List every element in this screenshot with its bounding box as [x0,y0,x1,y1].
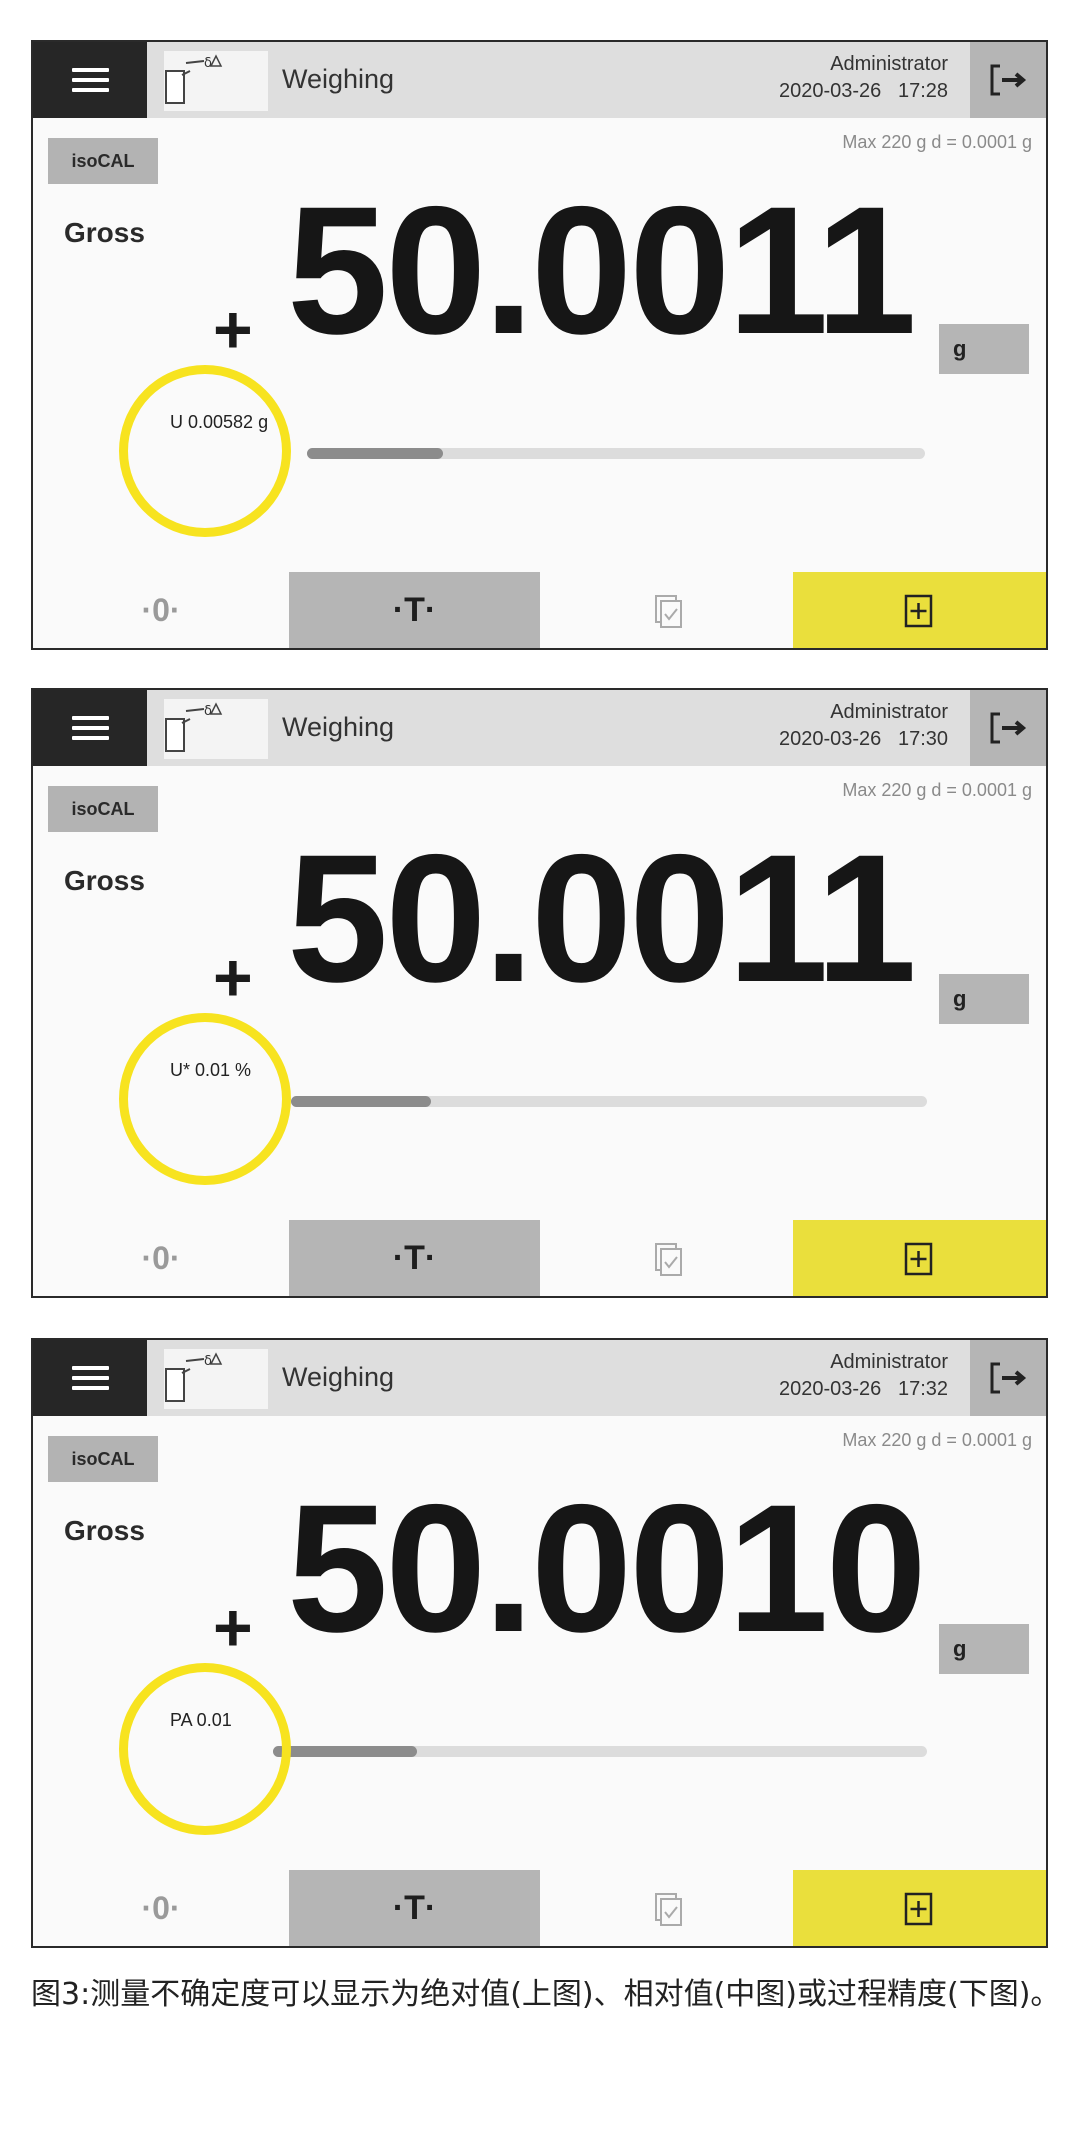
datetime: 2020-03-26 17:28 [778,80,948,102]
weighing-scale-icon: δ [164,699,268,759]
function-bar: ·0· ·T· [33,572,1046,648]
checklist-document-icon [655,595,682,628]
tare-button[interactable]: ·T· [289,1870,540,1946]
checklist-document-icon [655,1243,682,1276]
tare-button[interactable]: ·T· [289,572,540,648]
stability-bar-fill [273,1746,417,1757]
check-button[interactable] [540,1870,796,1946]
user-name: Administrator [830,701,948,723]
unit-button[interactable]: g [939,1624,1029,1674]
zero-button[interactable]: ·0· [33,1220,289,1296]
print-button[interactable] [793,572,1046,648]
check-button[interactable] [540,572,796,648]
menu-button[interactable] [33,42,147,118]
isocal-button[interactable]: isoCAL [48,138,158,184]
weighing-screen-absolute: δ Weighing Administrator 2020-03-26 17:2… [31,40,1048,650]
stability-bar [273,1746,927,1757]
highlight-circle [119,1013,291,1185]
capacity-info: Max 220 g d = 0.0001 g [842,1430,1032,1450]
add-document-icon [904,594,933,628]
gross-label: Gross [64,1515,145,1546]
check-button[interactable] [540,1220,796,1296]
highlight-circle [119,1663,291,1835]
function-bar: ·0· ·T· [33,1870,1046,1946]
weight-sign: + [213,1590,253,1666]
header-bar: δ Weighing Administrator 2020-03-26 17:2… [33,42,1046,118]
highlight-circle [119,365,291,537]
weight-value: 50.0011 [287,168,917,372]
logout-button[interactable] [970,690,1046,766]
app-title: Weighing [282,712,395,742]
weighing-scale-icon: δ [164,51,268,111]
logout-icon [990,64,1027,96]
stability-bar [291,1096,927,1107]
unit-button[interactable]: g [939,324,1029,374]
isocal-button[interactable]: isoCAL [48,786,158,832]
app-title: Weighing [282,64,395,94]
header-bar: δ Weighing Administrator 2020-03-26 17:3… [33,690,1046,766]
logout-icon [990,1362,1027,1394]
header-bar: δ Weighing Administrator 2020-03-26 17:3… [33,1340,1046,1416]
figure-caption: 图3:测量不确定度可以显示为绝对值(上图)、相对值(中图)或过程精度(下图)。 [31,1977,1061,2012]
weighing-scale-icon: δ [164,1349,268,1409]
weight-value: 50.0011 [287,816,917,1020]
weighing-screen-relative: δ Weighing Administrator 2020-03-26 17:3… [31,688,1048,1298]
datetime: 2020-03-26 17:30 [778,728,948,750]
logout-icon [990,712,1027,744]
svg-text:δ: δ [204,1354,212,1369]
zero-button[interactable]: ·0· [33,1870,289,1946]
weight-sign: + [213,940,253,1016]
weight-value: 50.0010 [287,1466,927,1670]
user-info: Administrator 2020-03-26 17:30 [779,699,948,753]
tare-button[interactable]: ·T· [289,1220,540,1296]
checklist-document-icon [655,1893,682,1926]
user-info: Administrator 2020-03-26 17:28 [779,51,948,105]
stability-bar-fill [307,448,443,459]
add-document-icon [904,1242,933,1276]
weight-sign: + [213,292,253,368]
isocal-button[interactable]: isoCAL [48,1436,158,1482]
unit-button[interactable]: g [939,974,1029,1024]
weighing-screen-process-accuracy: δ Weighing Administrator 2020-03-26 17:3… [31,1338,1048,1948]
user-info: Administrator 2020-03-26 17:32 [779,1349,948,1403]
gross-label: Gross [64,217,145,248]
function-bar: ·0· ·T· [33,1220,1046,1296]
datetime: 2020-03-26 17:32 [778,1378,948,1400]
zero-button[interactable]: ·0· [33,572,289,648]
print-button[interactable] [793,1220,1046,1296]
user-name: Administrator [830,1351,948,1373]
print-button[interactable] [793,1870,1046,1946]
logout-button[interactable] [970,42,1046,118]
logout-button[interactable] [970,1340,1046,1416]
svg-text:δ: δ [204,56,212,71]
gross-label: Gross [64,865,145,896]
app-title: Weighing [282,1362,395,1392]
user-name: Administrator [830,53,948,75]
menu-button[interactable] [33,690,147,766]
capacity-info: Max 220 g d = 0.0001 g [842,780,1032,800]
stability-bar [307,448,925,459]
svg-text:δ: δ [204,704,212,719]
capacity-info: Max 220 g d = 0.0001 g [842,132,1032,152]
add-document-icon [904,1892,933,1926]
menu-button[interactable] [33,1340,147,1416]
stability-bar-fill [291,1096,431,1107]
